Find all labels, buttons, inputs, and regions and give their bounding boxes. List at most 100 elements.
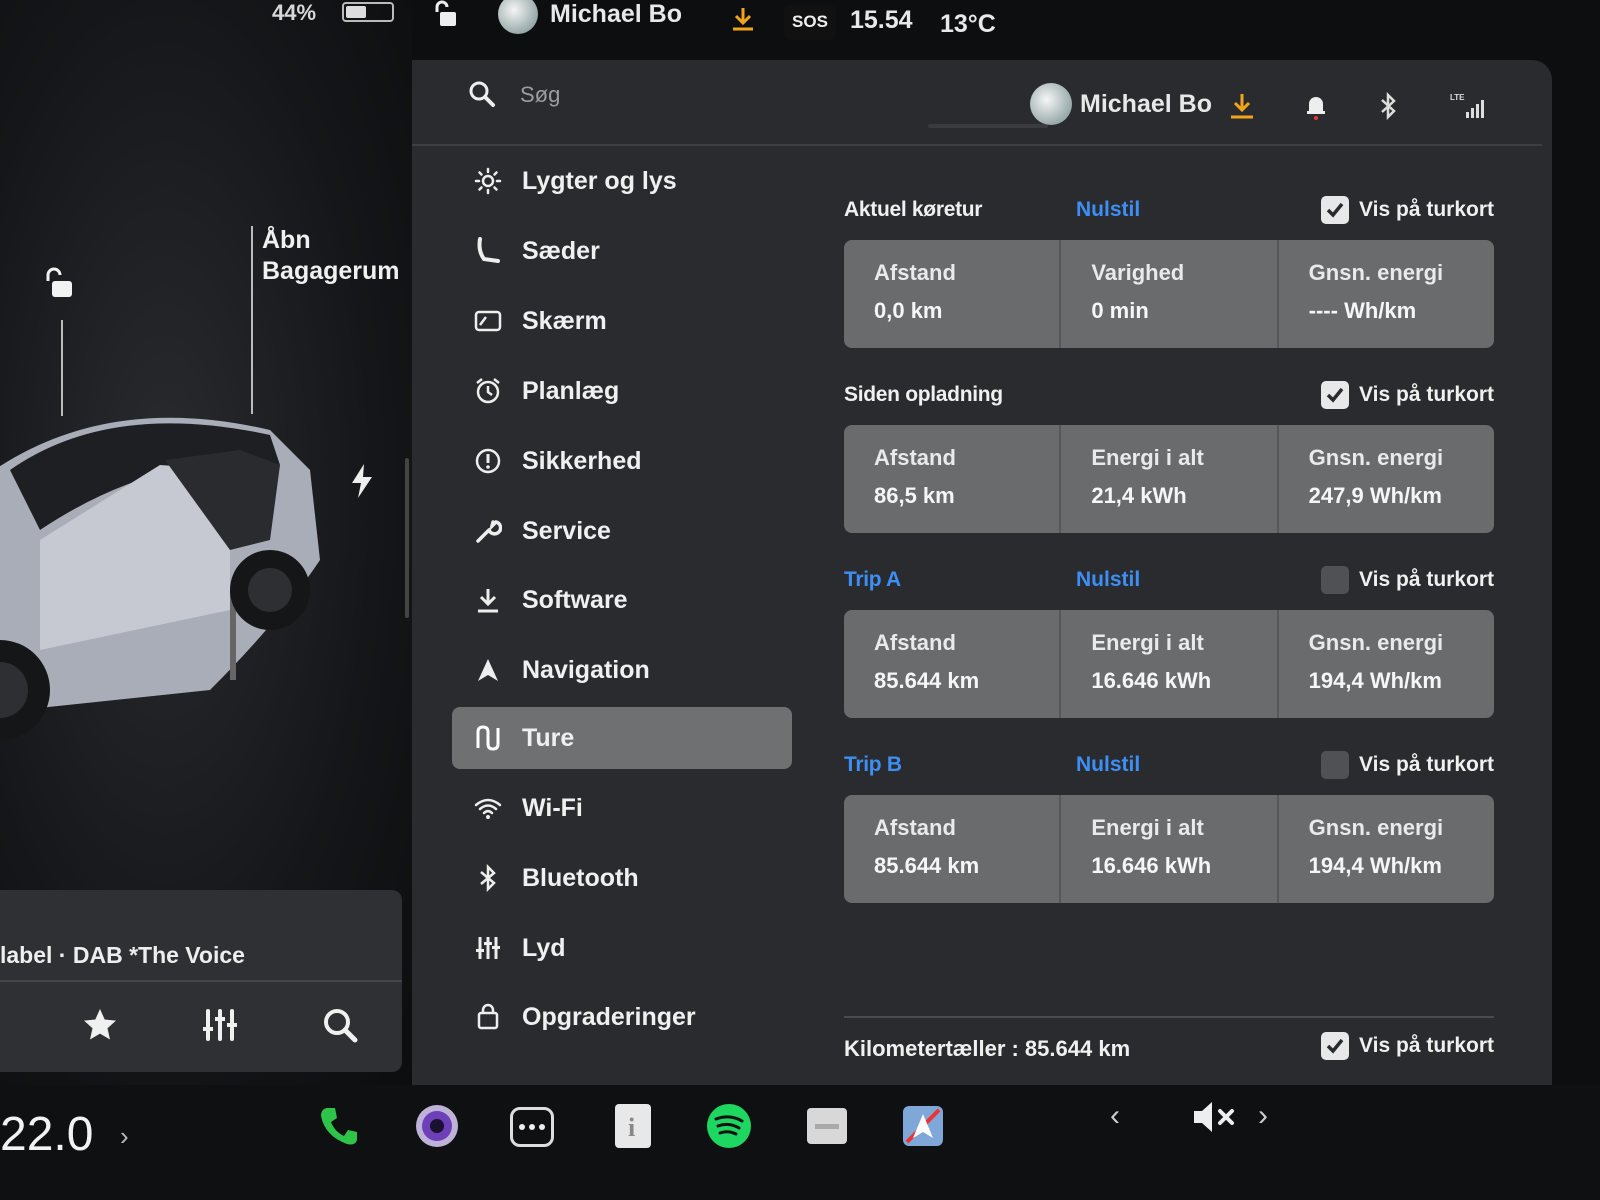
download-icon	[472, 584, 504, 616]
checkbox-checked[interactable]	[1321, 196, 1350, 224]
dock: 22.0 › i ‹ ›	[0, 1085, 1600, 1200]
map-label: Vis på turkort	[1359, 1034, 1494, 1057]
trip-stat-label: Afstand	[874, 445, 956, 470]
checkbox-unchecked[interactable]	[1321, 751, 1350, 779]
trip-stat-value: 194,4 Wh/km	[1308, 853, 1442, 878]
navigation-app-icon[interactable]	[896, 1099, 950, 1153]
checkbox-checked[interactable]	[1321, 381, 1350, 409]
trip-stat-value: 16.646 kWh	[1091, 668, 1212, 693]
left-scrollbar[interactable]	[405, 458, 409, 618]
wrench-icon	[472, 515, 504, 547]
trip-stat-value: 21,4 kWh	[1091, 483, 1187, 508]
nav-item-label: Wi-Fi	[522, 793, 583, 822]
nav-item-software[interactable]: Software	[452, 569, 792, 631]
media-search-icon[interactable]	[320, 1005, 360, 1045]
show-on-trip-map-checkbox[interactable]: Vis på turkort	[1321, 749, 1494, 781]
nav-item-service[interactable]: Service	[452, 500, 792, 562]
bluetooth-icon[interactable]	[1374, 92, 1402, 120]
reset-button[interactable]: Nulstil	[1076, 568, 1140, 592]
star-icon[interactable]	[80, 1005, 120, 1045]
show-on-trip-map-checkbox[interactable]: Vis på turkort	[1321, 379, 1494, 411]
nav-item-sæder[interactable]: Sæder	[452, 220, 792, 282]
trip-section-title: Siden opladning	[844, 383, 1003, 406]
volume-up-chevron[interactable]: ›	[1258, 1099, 1268, 1133]
checkbox-unchecked[interactable]	[1321, 566, 1350, 594]
odometer-map-checkbox[interactable]: Vis på turkort	[1321, 1030, 1494, 1062]
trip-stat-value: 247,9 Wh/km	[1308, 483, 1442, 508]
unlock-icon[interactable]	[40, 265, 76, 301]
trunk-label-line1: Åbn	[262, 226, 311, 254]
panel-drag-handle[interactable]	[928, 124, 1048, 128]
sun-icon	[472, 165, 504, 197]
trip-section-title: Aktuel køretur	[844, 198, 983, 221]
volume-muted-icon[interactable]	[1190, 1097, 1238, 1137]
trip-stat-label: Energi i alt	[1091, 815, 1204, 840]
checkbox-checked[interactable]	[1321, 1032, 1350, 1060]
trip-section-header: Siden opladning Vis på turkort	[844, 375, 1494, 415]
manual-icon[interactable]: i	[606, 1099, 660, 1153]
calendar-icon[interactable]	[800, 1099, 854, 1153]
sos-button[interactable]: SOS	[784, 4, 836, 40]
cabin-temperature[interactable]: 22.0	[0, 1107, 93, 1162]
trip-stat-label: Afstand	[874, 630, 956, 655]
profile-avatar[interactable]	[1030, 83, 1072, 125]
nav-item-planlæg[interactable]: Planlæg	[452, 360, 792, 422]
equalizer-icon[interactable]	[200, 1005, 240, 1045]
map-label: Vis på turkort	[1359, 753, 1494, 776]
schedule-icon	[472, 375, 504, 407]
trip-stat-value: 16.646 kWh	[1091, 853, 1212, 878]
nav-item-label: Lyd	[522, 933, 566, 962]
now-playing-title: label · DAB *The Voice	[0, 942, 245, 968]
seat-icon	[472, 235, 504, 267]
nav-item-label: Sikkerhed	[522, 446, 642, 475]
open-trunk-button[interactable]: Åbn Bagagerum	[262, 225, 400, 287]
trip-stats-card: Afstand 85.644 km Energi i alt 16.646 kWh Gn…	[844, 795, 1494, 903]
nav-item-bluetooth[interactable]: Bluetooth	[452, 847, 792, 909]
search-input[interactable]	[520, 78, 780, 112]
nav-item-skærm[interactable]: Skærm	[452, 290, 792, 352]
reset-button[interactable]: Nulstil	[1076, 753, 1140, 777]
nav-item-sikkerhed[interactable]: Sikkerhed	[452, 430, 792, 492]
car-panel: 44% Åbn Bagagerum label · DAB *The Voice	[0, 0, 412, 1085]
trip-stat-value: 0,0 km	[874, 298, 943, 323]
camera-icon[interactable]	[410, 1099, 464, 1153]
trip-section-title[interactable]: Trip B	[844, 753, 902, 777]
show-on-trip-map-checkbox[interactable]: Vis på turkort	[1321, 564, 1494, 596]
phone-icon[interactable]	[312, 1099, 366, 1153]
search-icon	[469, 81, 495, 107]
lock-status-icon[interactable]	[432, 0, 460, 28]
status-avatar[interactable]	[498, 0, 538, 34]
trip-stat-label: Varighed	[1091, 260, 1185, 285]
trip-section-title[interactable]: Trip A	[844, 568, 901, 592]
trip-stat: Gnsn. energi ---- Wh/km	[1279, 240, 1494, 348]
temperature-up-chevron[interactable]: ›	[120, 1121, 129, 1152]
reset-button[interactable]: Nulstil	[1076, 198, 1140, 222]
profile-name[interactable]: Michael Bo	[1080, 90, 1212, 119]
nav-item-lygter-og-lys[interactable]: Lygter og lys	[452, 150, 792, 212]
trip-stats-card: Afstand 86,5 km Energi i alt 21,4 kWh Gnsn. …	[844, 425, 1494, 533]
bell-icon[interactable]	[1302, 92, 1330, 120]
nav-item-label: Bluetooth	[522, 863, 639, 892]
nav-item-label: Planlæg	[522, 376, 620, 405]
trip-stat: Afstand 85.644 km	[844, 795, 1062, 903]
nav-item-navigation[interactable]: Navigation	[452, 639, 792, 701]
more-icon[interactable]	[510, 1107, 554, 1147]
nav-item-opgraderinger[interactable]: Opgraderinger	[452, 986, 792, 1048]
volume-down-chevron[interactable]: ‹	[1110, 1099, 1120, 1133]
trip-stat-label: Gnsn. energi	[1308, 445, 1444, 470]
bag-icon	[472, 1001, 504, 1033]
show-on-trip-map-checkbox[interactable]: Vis på turkort	[1321, 194, 1494, 226]
download-icon[interactable]	[1228, 92, 1256, 120]
trip-stat: Afstand 0,0 km	[844, 240, 1062, 348]
status-user-name[interactable]: Michael Bo	[550, 0, 682, 29]
nav-item-wi-fi[interactable]: Wi-Fi	[452, 777, 792, 839]
charge-port-icon[interactable]	[350, 464, 374, 498]
trips-icon	[472, 722, 504, 754]
spotify-icon[interactable]	[702, 1099, 756, 1153]
trip-stat-label: Afstand	[874, 260, 956, 285]
nav-item-label: Skærm	[522, 306, 607, 335]
download-icon[interactable]	[730, 6, 756, 32]
nav-item-lyd[interactable]: Lyd	[452, 917, 792, 979]
nav-item-ture[interactable]: Ture	[452, 707, 792, 769]
battery-percent: 44%	[272, 0, 317, 25]
